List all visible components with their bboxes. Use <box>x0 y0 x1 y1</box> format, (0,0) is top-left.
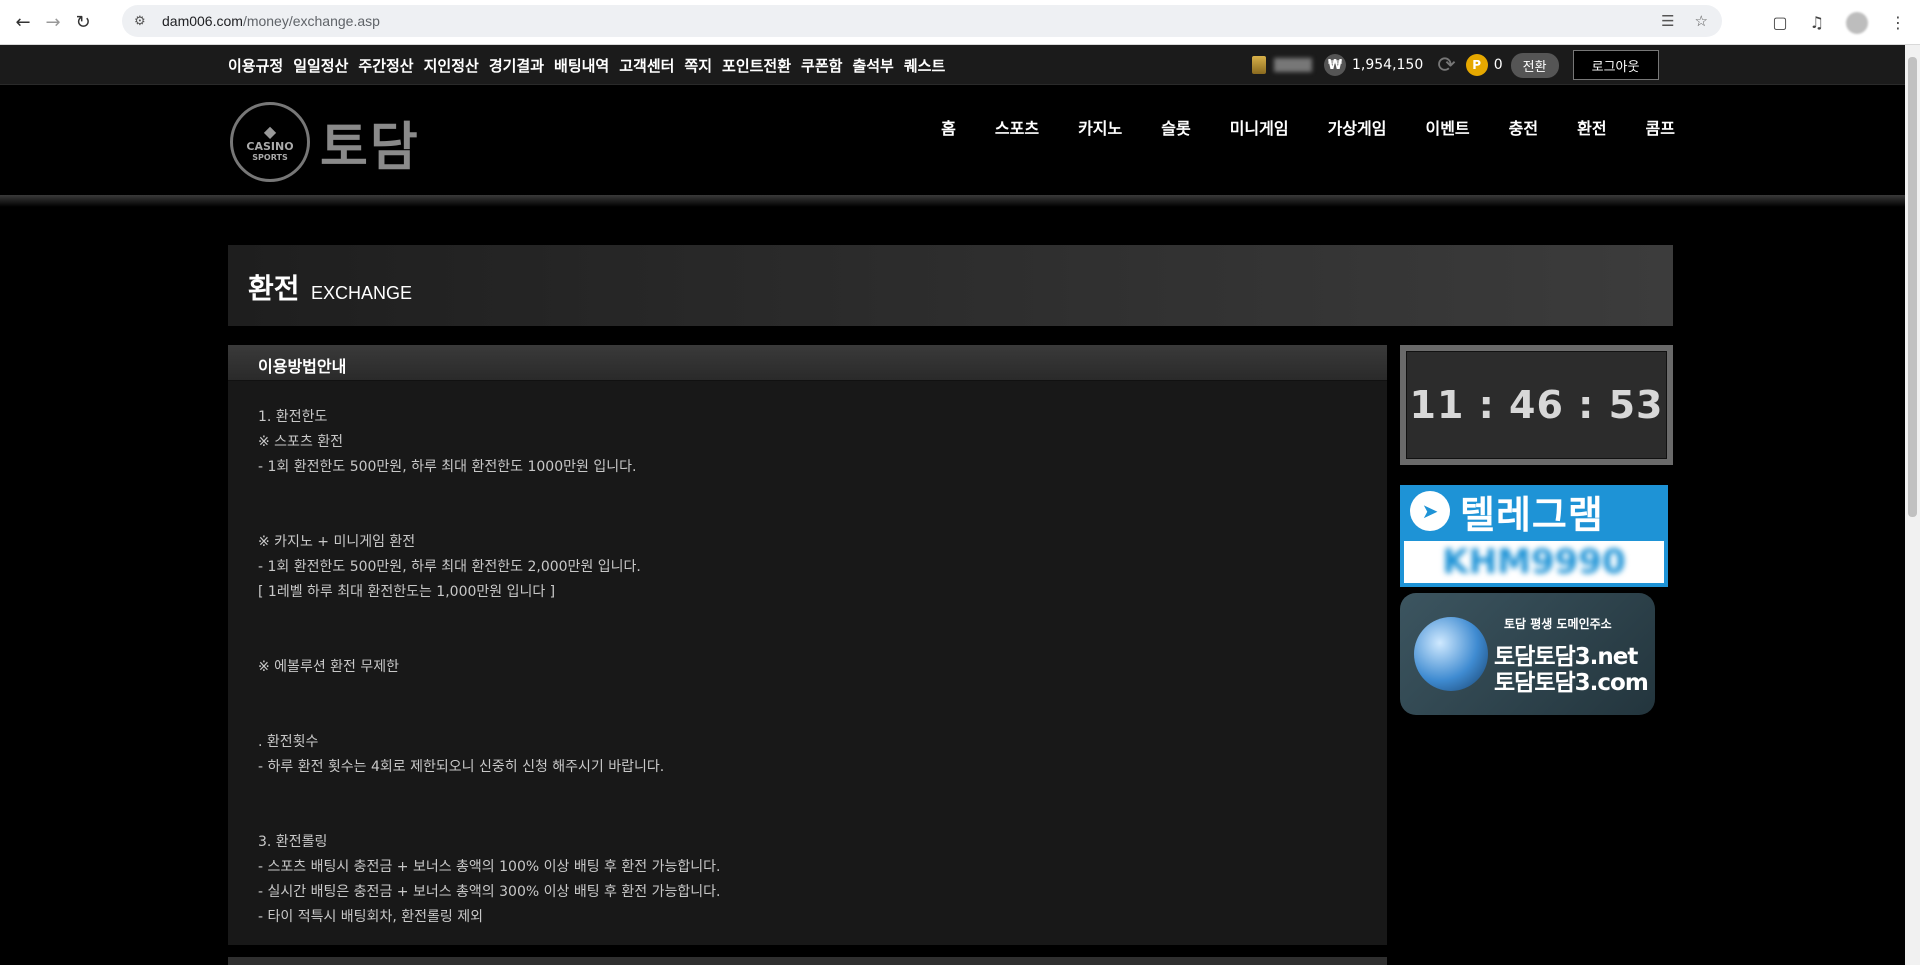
main-nav-item[interactable]: 가상게임 <box>1328 115 1387 139</box>
guide-spacer <box>258 680 1387 705</box>
page-subtitle: EXCHANGE <box>311 283 413 303</box>
telegram-banner[interactable]: ➤ 텔레그램 KHM9990 <box>1400 485 1668 587</box>
scrollbar-thumb[interactable] <box>1908 57 1917 517</box>
guide-line: . 환전횟수 <box>258 734 319 750</box>
guide-line: 3. 환전롤링 <box>258 834 328 850</box>
guide-line: - 1회 환전한도 500만원, 하루 최대 환전한도 1000만원 입니다. <box>258 459 637 475</box>
main-nav-item[interactable]: 미니게임 <box>1230 115 1289 139</box>
guide-spacer <box>258 780 1387 805</box>
guide-line: [ 1레벨 하루 최대 환전한도는 1,000만원 입니다 ] <box>258 584 556 600</box>
header-divider <box>0 195 1905 207</box>
main-nav-item[interactable]: 환전 <box>1577 115 1606 139</box>
top-menu-item[interactable]: 출석부 <box>852 55 893 76</box>
guide-line: ※ 에볼루션 환전 무제한 <box>258 659 400 675</box>
top-menu-item[interactable]: 배팅내역 <box>554 55 609 76</box>
globe-icon <box>1414 617 1488 691</box>
bookmark-star-icon[interactable]: ☆ <box>1695 12 1708 30</box>
guide-title: 이용방법안내 <box>258 357 347 376</box>
guide-line: - 스포츠 배팅시 충전금 + 보너스 총액의 100% 이상 배팅 후 환전 … <box>258 859 721 875</box>
clock-widget: 11 : 46 : 53 <box>1400 345 1673 465</box>
telegram-title: 텔레그램 <box>1460 492 1604 537</box>
main-nav: 홈 스포츠 카지노 슬롯 미니게임 가상게임 이벤트 충전 환전 콤프 <box>941 115 1675 139</box>
point-icon: P <box>1465 54 1488 76</box>
top-menu-item[interactable]: 이용규정 <box>228 55 283 76</box>
logout-button[interactable]: 로그아웃 <box>1572 50 1659 80</box>
top-menu-item[interactable]: 주간정산 <box>358 55 413 76</box>
top-menu-item[interactable]: 지인정산 <box>424 55 479 76</box>
page-title-bar: 환전 EXCHANGE <box>228 245 1673 326</box>
convert-button[interactable]: 전환 <box>1510 52 1559 78</box>
site-header: ◆ CASINO SPORTS 토담 홈 스포츠 카지노 슬롯 미니게임 가상게임 이벤트 충… <box>0 86 1905 196</box>
profile-avatar[interactable] <box>1846 11 1868 34</box>
diamond-icon: ◆ <box>263 121 277 141</box>
top-menu-item[interactable]: 쪽지 <box>684 55 712 76</box>
username-blurred <box>1274 58 1312 72</box>
guide-spacer <box>258 480 1387 505</box>
page-scrollbar[interactable] <box>1905 45 1920 965</box>
guide-body: 1. 환전한도 ※ 스포츠 환전 - 1회 환전한도 500만원, 하루 최대 환전… <box>228 381 1387 930</box>
main-nav-item[interactable]: 스포츠 <box>995 115 1039 139</box>
top-menu-item[interactable]: 포인트전환 <box>722 55 791 76</box>
browser-toolbar: ← → ↻ ⚙ dam006.com/money/exchange.asp ☰ … <box>0 0 1920 45</box>
translate-icon[interactable]: ☰ <box>1661 12 1674 30</box>
top-menu: 이용규정 일일정산 주간정산 지인정산 경기결과 배팅내역 고객센터 쪽지 포인트전환 쿠폰함 출석… <box>228 55 945 76</box>
top-menu-item[interactable]: 경기결과 <box>489 55 544 76</box>
page-content: 이용규정 일일정산 주간정산 지인정산 경기결과 배팅내역 고객센터 쪽지 포인트전환 쿠폰함 출석… <box>0 45 1905 965</box>
main-nav-item[interactable]: 콤프 <box>1646 115 1675 139</box>
address-bar[interactable]: ⚙ dam006.com/money/exchange.asp ☰ ☆ <box>122 5 1722 37</box>
telegram-id: KHM9990 <box>1442 542 1626 582</box>
telegram-icon: ➤ <box>1410 491 1450 531</box>
guide-line: ※ 카지노 + 미니게임 환전 <box>258 534 416 550</box>
site-logo[interactable]: ◆ CASINO SPORTS 토담 <box>230 102 420 182</box>
top-menu-item[interactable]: 고객센터 <box>619 55 674 76</box>
guide-spacer <box>258 605 1387 630</box>
next-panel-edge <box>228 957 1387 965</box>
clock-time: 11 : 46 : 53 <box>1409 383 1664 427</box>
main-nav-item[interactable]: 홈 <box>941 115 956 139</box>
main-nav-item[interactable]: 이벤트 <box>1425 115 1469 139</box>
guide-line: 1. 환전한도 <box>258 409 328 425</box>
guide-spacer <box>258 705 1387 730</box>
point-balance: 0 <box>1493 57 1503 73</box>
won-icon: ₩ <box>1324 54 1346 76</box>
top-menu-item[interactable]: 퀘스트 <box>904 55 945 76</box>
guide-line: - 1회 환전한도 500만원, 하루 최대 환전한도 2,000만원 입니다. <box>258 559 641 575</box>
url-text: dam006.com/money/exchange.asp <box>162 13 380 29</box>
main-nav-item[interactable]: 카지노 <box>1078 115 1122 139</box>
logo-emblem: ◆ CASINO SPORTS <box>230 102 310 182</box>
guide-spacer <box>258 630 1387 655</box>
guide-line: - 타이 적특시 배팅회차, 환전롤링 제외 <box>258 909 483 925</box>
money-balance: 1,954,150 <box>1352 57 1424 73</box>
media-control-icon[interactable]: ♫ <box>1810 13 1824 32</box>
domain-banner[interactable]: 토담 평생 도메인주소 토담토담3.net 토담토담3.com <box>1400 593 1655 715</box>
menu-icon[interactable]: ⋮ <box>1890 13 1906 32</box>
guide-line: - 하루 환전 횟수는 4회로 제한되오니 신중히 신청 해주시기 바랍니다. <box>258 759 665 775</box>
user-info: ₩ 1,954,150 ⟳ P 0 전환 로그아웃 <box>1252 50 1659 80</box>
main-nav-item[interactable]: 충전 <box>1509 115 1538 139</box>
guide-line: - 실시간 배팅은 충전금 + 보너스 총액의 300% 이상 배팅 후 환전 … <box>258 884 721 900</box>
guide-spacer <box>258 805 1387 830</box>
refresh-icon[interactable]: ⟳ <box>1437 53 1455 78</box>
top-menu-item[interactable]: 일일정산 <box>293 55 348 76</box>
top-utility-bar: 이용규정 일일정산 주간정산 지인정산 경기결과 배팅내역 고객센터 쪽지 포인트전환 쿠폰함 출석… <box>0 45 1905 85</box>
back-icon[interactable]: ← <box>8 7 38 37</box>
guide-header: 이용방법안내 <box>228 345 1387 381</box>
page-title: 환전 <box>248 272 300 305</box>
guide-line: ※ 스포츠 환전 <box>258 434 344 450</box>
level-icon <box>1252 56 1266 74</box>
domain-caption: 토담 평생 도메인주소 <box>1504 617 1612 631</box>
site-info-icon[interactable]: ⚙ <box>134 14 152 29</box>
logo-text: 토담 <box>320 117 420 178</box>
top-menu-item[interactable]: 쿠폰함 <box>801 55 842 76</box>
main-nav-item[interactable]: 슬롯 <box>1161 115 1190 139</box>
usage-guide-panel: 이용방법안내 1. 환전한도 ※ 스포츠 환전 - 1회 환전한도 500만원, 하… <box>228 345 1387 945</box>
domain-com: 토담토담3.com <box>1494 670 1649 696</box>
extensions-icon[interactable]: ▢ <box>1773 13 1788 32</box>
reload-icon[interactable]: ↻ <box>68 7 98 37</box>
forward-icon[interactable]: → <box>38 7 68 37</box>
guide-spacer <box>258 505 1387 530</box>
